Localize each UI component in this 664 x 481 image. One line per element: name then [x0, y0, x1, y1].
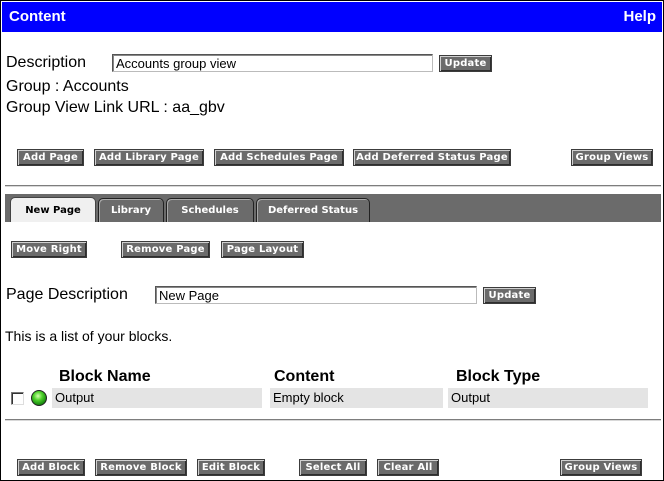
- add-block-button[interactable]: Add Block: [17, 459, 85, 476]
- move-right-button[interactable]: Move Right: [11, 241, 87, 258]
- edit-block-button[interactable]: Edit Block: [197, 459, 265, 476]
- tab-deferred-status[interactable]: Deferred Status: [256, 198, 370, 222]
- help-link[interactable]: Help: [623, 8, 656, 25]
- add-library-page-button[interactable]: Add Library Page: [94, 149, 204, 166]
- page-description-update-button[interactable]: Update: [483, 287, 536, 304]
- block-name-cell[interactable]: Output: [52, 388, 262, 408]
- group-view-link-url: Group View Link URL : aa_gbv: [6, 99, 225, 116]
- clear-all-button[interactable]: Clear All: [377, 459, 439, 476]
- group-name: Group : Accounts: [6, 78, 129, 95]
- block-content-cell: Empty block: [270, 388, 443, 408]
- block-type-cell: Output: [448, 388, 648, 408]
- add-deferred-status-page-button[interactable]: Add Deferred Status Page: [353, 149, 511, 166]
- page-layout-button[interactable]: Page Layout: [221, 241, 304, 258]
- tab-library[interactable]: Library: [98, 198, 164, 222]
- remove-block-button[interactable]: Remove Block: [95, 459, 187, 476]
- add-schedules-page-button[interactable]: Add Schedules Page: [214, 149, 344, 166]
- group-views-button[interactable]: Group Views: [571, 149, 653, 166]
- page-tab-bar: New Page Library Schedules Deferred Stat…: [5, 194, 661, 222]
- tab-new-page[interactable]: New Page: [10, 197, 96, 222]
- description-update-button[interactable]: Update: [439, 55, 492, 72]
- description-input[interactable]: [112, 54, 433, 72]
- row-select-checkbox[interactable]: [11, 392, 24, 405]
- content-window: Content Help Description Update Group : …: [0, 0, 664, 481]
- column-header-block-type: Block Type: [456, 368, 541, 385]
- title-bar: Content Help: [2, 2, 662, 32]
- page-description-label: Page Description: [6, 286, 128, 303]
- column-header-block-name: Block Name: [59, 368, 151, 385]
- page-description-input[interactable]: [155, 286, 477, 304]
- remove-page-button[interactable]: Remove Page: [121, 241, 210, 258]
- column-header-content: Content: [274, 368, 335, 385]
- group-views-button[interactable]: Group Views: [560, 459, 642, 476]
- select-all-button[interactable]: Select All: [299, 459, 367, 476]
- green-status-light-icon: [31, 390, 47, 406]
- page-title: Content: [9, 8, 66, 25]
- divider: [5, 419, 661, 421]
- divider: [5, 185, 661, 187]
- add-page-button[interactable]: Add Page: [17, 149, 84, 166]
- tab-schedules[interactable]: Schedules: [166, 198, 254, 222]
- description-label: Description: [6, 54, 87, 71]
- blocks-intro-text: This is a list of your blocks.: [5, 328, 173, 344]
